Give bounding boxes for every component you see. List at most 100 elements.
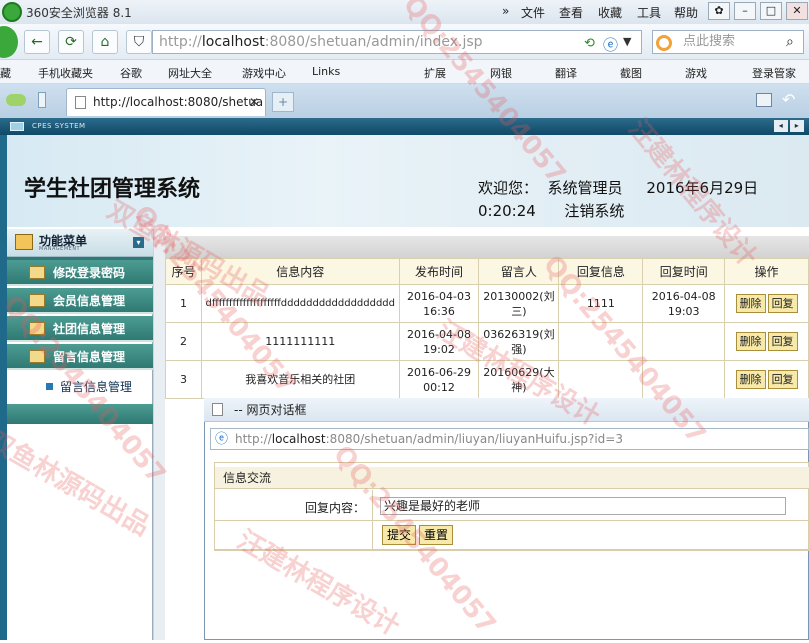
arrow-left-icon[interactable]: ◂: [774, 120, 788, 132]
search-icon[interactable]: ⌕: [786, 34, 794, 50]
cloud-icon[interactable]: [6, 94, 26, 106]
sidebar-divider: [153, 229, 165, 640]
cell-author: 20130002(刘三): [478, 284, 560, 323]
table-header-row: 序号 信息内容 发布时间 留言人 回复信息 回复时间 操作: [165, 258, 809, 285]
sidebar-item-message-management[interactable]: 留言信息管理: [7, 344, 153, 370]
dialog-page-icon: [212, 403, 223, 416]
menu-tools[interactable]: 工具: [637, 4, 661, 21]
submit-button[interactable]: 提交: [382, 525, 417, 545]
address-bar[interactable]: http://localhost:8080/shetuan/admin/inde…: [152, 30, 642, 54]
sidebar-item-change-password[interactable]: 修改登录密码: [7, 260, 153, 286]
cell-no: 1: [165, 284, 202, 323]
sub-item-message-management[interactable]: 留言信息管理: [60, 378, 132, 395]
cell-content: dffffffffffffffffffffdddddddddddddddddd: [200, 284, 400, 323]
collapse-icon[interactable]: ▾: [133, 237, 144, 248]
ie-icon: ⓔ: [215, 432, 229, 447]
ext-login-manager[interactable]: 登录管家: [752, 65, 796, 81]
cell-content: 1111111111: [200, 322, 400, 361]
dropdown-chevron-icon[interactable]: ▼: [623, 35, 631, 48]
search-engine-icon[interactable]: [656, 35, 672, 51]
welcome-info: 欢迎您： 系统管理员 2016年6月29日 0:20:24 注销系统: [478, 177, 758, 223]
minimize-button[interactable]: –: [734, 2, 756, 20]
cell-reply-time: 2016-04-08 19:03: [642, 284, 726, 323]
ext-screenshot[interactable]: 截图: [620, 65, 642, 81]
menu-view[interactable]: 查看: [559, 4, 583, 21]
logout-line[interactable]: 0:20:24 注销系统: [478, 200, 758, 223]
sidebar-item-member-management[interactable]: 会员信息管理: [7, 288, 153, 314]
menu-more[interactable]: »: [502, 4, 509, 18]
card-icon: [29, 350, 45, 363]
skin-icon[interactable]: ✿: [708, 2, 730, 20]
menu-help[interactable]: 帮助: [674, 4, 698, 21]
fav-links[interactable]: Links: [312, 65, 340, 78]
col-header: 留言人: [478, 258, 560, 285]
shield-icon[interactable]: ⛉: [126, 30, 152, 54]
browser-title-bar: 360安全浏览器 8.1 » 文件 查看 收藏 工具 帮助 ✿ – □ ✕: [0, 0, 809, 24]
navigation-bar: ← ⟳ ⌂ ⛉ http://localhost:8080/shetuan/ad…: [0, 24, 809, 60]
sidebar-footer: [7, 404, 153, 424]
ext-expand[interactable]: 扩展: [424, 65, 446, 81]
cell-actions: 删除 回复: [724, 322, 809, 361]
bullet-icon: [46, 383, 53, 390]
sidebar-item-label: 社团信息管理: [53, 322, 126, 336]
sidebar-item-label: 修改登录密码: [53, 266, 126, 280]
fav-mobile[interactable]: 手机收藏夹: [38, 65, 93, 81]
fav-item[interactable]: 藏: [0, 65, 11, 81]
table-row: 2 1111111111 2016-04-08 19:02 03626319(刘…: [165, 322, 809, 361]
ext-translate[interactable]: 翻译: [555, 65, 577, 81]
menu-icon: [15, 234, 33, 250]
reply-label: 回复内容：: [304, 501, 365, 515]
reply-button[interactable]: 回复: [767, 370, 798, 389]
close-button[interactable]: ✕: [786, 2, 808, 20]
compat-mode-icon[interactable]: ⟲: [584, 36, 595, 51]
table-row: 3 我喜欢音乐相关的社团 2016-06-29 00:12 20160629(大…: [165, 360, 809, 399]
reset-button[interactable]: 重置: [419, 525, 454, 545]
tab-close-icon[interactable]: ✕: [249, 89, 259, 115]
cell-actions: 删除 回复: [724, 284, 809, 323]
maximize-button[interactable]: □: [760, 2, 782, 20]
app-strip-label: CPES SYSTEM: [32, 122, 86, 130]
search-input[interactable]: 点此搜索: [652, 30, 804, 54]
app-banner: 学生社团管理系统 欢迎您： 系统管理员 2016年6月29日 0:20:24 注…: [0, 135, 809, 227]
fav-game-center[interactable]: 游戏中心: [242, 65, 286, 81]
browser-logo-large-icon: [0, 26, 18, 58]
col-header: 回复时间: [642, 258, 726, 285]
content-toolbar: [165, 236, 809, 258]
refresh-icon[interactable]: ⟳: [58, 30, 84, 54]
sidebar-item-club-management[interactable]: 社团信息管理: [7, 316, 153, 342]
back-icon[interactable]: ←: [24, 30, 50, 54]
menu-favorites[interactable]: 收藏: [598, 4, 622, 21]
cell-actions: 删除 回复: [724, 360, 809, 399]
tab-index[interactable]: http://localhost:8080/shetua ✕: [66, 88, 266, 116]
ext-bank[interactable]: 网银: [490, 65, 512, 81]
fav-url-directory[interactable]: 网址大全: [168, 65, 212, 81]
ext-games[interactable]: 游戏: [685, 65, 707, 81]
undo-icon[interactable]: ↶: [782, 90, 795, 109]
app-title: 学生社团管理系统: [24, 176, 201, 202]
reply-button[interactable]: 回复: [767, 332, 798, 351]
phone-icon[interactable]: [38, 92, 46, 108]
cell-no: 3: [165, 360, 202, 399]
col-header: 发布时间: [398, 258, 480, 285]
reply-input[interactable]: 兴趣是最好的老师: [380, 497, 786, 515]
delete-button[interactable]: 删除: [735, 332, 766, 351]
cell-reply-time: [642, 322, 726, 361]
ie-icon[interactable]: ⓔ: [603, 34, 618, 55]
delete-button[interactable]: 删除: [735, 370, 766, 389]
dialog-title: -- 网页对话框: [234, 403, 307, 417]
cell-time: 2016-06-29 00:12: [398, 360, 480, 399]
browser-logo-icon: [2, 2, 22, 22]
menu-file[interactable]: 文件: [521, 4, 545, 21]
restore-tab-icon[interactable]: [756, 93, 772, 107]
cell-reply: [558, 322, 644, 361]
cell-reply: 1111: [558, 284, 644, 323]
cell-author: 20160629(大神): [478, 360, 560, 399]
message-table: 序号 信息内容 发布时间 留言人 回复信息 回复时间 操作 1 dfffffff…: [165, 258, 809, 399]
home-icon[interactable]: ⌂: [92, 30, 118, 54]
arrow-right-icon[interactable]: ▸: [790, 120, 804, 132]
card-icon: [29, 294, 45, 307]
new-tab-button[interactable]: +: [272, 92, 294, 112]
reply-button[interactable]: 回复: [767, 294, 798, 313]
fav-google[interactable]: 谷歌: [120, 65, 142, 81]
delete-button[interactable]: 删除: [735, 294, 766, 313]
